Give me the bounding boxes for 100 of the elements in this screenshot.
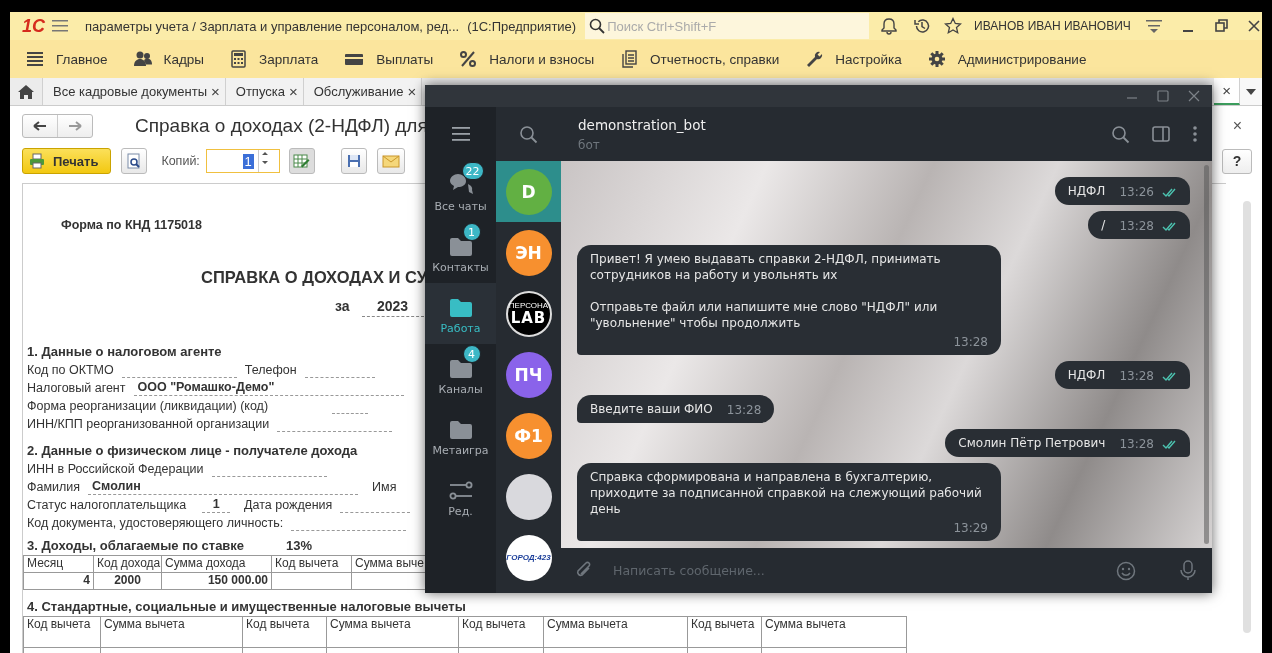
- column-header: Сумма вычета: [761, 616, 907, 648]
- message-text: Привет! Я умею выдавать справки 2-НДФЛ, принимать сотрудников на работу и увольнять их Отправьте файл или напишите мне слово "НДФЛ" или "увольнение" чтобы продолжить: [590, 251, 942, 332]
- field-label: Дата рождения: [244, 497, 333, 513]
- unread-badge: 4: [462, 345, 481, 363]
- menu-icon[interactable]: [51, 17, 69, 35]
- folder-icon: [448, 419, 473, 440]
- close-button[interactable]: ×: [1232, 117, 1242, 135]
- close-icon[interactable]: ×: [288, 83, 298, 100]
- search-field[interactable]: Поиск Ctrl+Shift+F: [585, 13, 870, 39]
- tab[interactable]: Все кадровые документы ×: [43, 78, 226, 105]
- envelope-icon: [381, 153, 400, 169]
- section-tab[interactable]: Зарплата: [228, 46, 321, 72]
- wrench-icon: [805, 50, 824, 68]
- field-label: ИНН в Российской Федерации: [27, 461, 204, 477]
- tab[interactable]: Обслуживание ×: [303, 78, 423, 105]
- folder-label: Работа: [440, 322, 481, 335]
- folder-label: Метаигра: [432, 444, 489, 457]
- field-label: Налоговый агент: [27, 380, 126, 396]
- unread-badge: 22: [461, 162, 484, 180]
- home-icon[interactable]: [18, 83, 34, 100]
- message-text: /: [1101, 217, 1106, 234]
- column-header: Сумма вычета: [326, 616, 459, 648]
- history-icon[interactable]: [912, 17, 931, 35]
- avatar: ПЧ: [505, 351, 552, 398]
- sidebar-icon[interactable]: [1152, 125, 1170, 143]
- preview-button[interactable]: [121, 148, 148, 174]
- maximize-icon[interactable]: [1157, 90, 1169, 102]
- tax-rate: 13%: [286, 537, 313, 554]
- section-tab[interactable]: Кадры: [131, 46, 207, 72]
- field-label: Телефон: [244, 362, 297, 378]
- section-title: 3. Доходы, облагаемые по ставке: [27, 537, 245, 554]
- print-button[interactable]: Печать: [22, 148, 112, 174]
- tab[interactable]: ×: [1214, 78, 1240, 105]
- column-header: Сумма дохода: [161, 555, 272, 573]
- folder-icon: [448, 236, 473, 257]
- folder-label: Каналы: [438, 383, 483, 396]
- copies-field[interactable]: 1: [205, 149, 280, 173]
- column-header: Код вычета: [271, 555, 352, 573]
- column-header: Месяц: [23, 555, 94, 573]
- list-icon: [26, 50, 44, 68]
- message-composer[interactable]: Написать сообщение...: [561, 548, 1212, 593]
- save-button[interactable]: [340, 148, 367, 174]
- search-input[interactable]: Поиск Ctrl+Shift+F: [605, 18, 870, 34]
- chat-item[interactable]: ПЕРСОНА LAB: [496, 283, 561, 344]
- message-time: 13:26: [1119, 184, 1154, 201]
- restore-icon[interactable]: [1213, 18, 1230, 34]
- unread-badge: 1: [462, 223, 481, 241]
- field-label: Статус налогоплательщика: [27, 497, 187, 513]
- folder-tab[interactable]: 4 Каналы: [425, 344, 496, 405]
- close-icon[interactable]: ×: [1222, 82, 1231, 99]
- chat-item[interactable]: ГОРОД:423: [496, 527, 561, 588]
- menu-icon[interactable]: [451, 125, 470, 143]
- column-header: Сумма вычета: [543, 616, 688, 648]
- message-text: Справка сформирована и направлена в бухгалтерию, приходите за подписанной справкой на слежующий рабочий день: [590, 469, 983, 518]
- gear-icon: [927, 50, 946, 68]
- folder-tab[interactable]: Метаигра: [425, 405, 496, 466]
- more-icon[interactable]: [1192, 125, 1198, 143]
- emoji-icon[interactable]: [1116, 560, 1136, 581]
- close-icon[interactable]: ×: [407, 83, 417, 100]
- close-icon[interactable]: ×: [211, 83, 220, 100]
- table-cell: 4: [23, 572, 94, 590]
- message-time: 13:28: [1119, 436, 1154, 453]
- folder-tab[interactable]: 1 Контакты: [425, 222, 496, 283]
- section-tab[interactable]: Отчетность, справки: [618, 46, 782, 72]
- section-tab[interactable]: Выплаты: [342, 46, 436, 72]
- section-tab[interactable]: Администрирование: [925, 46, 1089, 72]
- chat-status: бот: [578, 137, 601, 152]
- section-tab[interactable]: Настройка: [803, 46, 904, 72]
- arrow-right-icon: [67, 119, 83, 133]
- folder-label: Ред.: [448, 505, 473, 518]
- table-pencil-icon: [292, 153, 311, 169]
- search-icon[interactable]: [1111, 124, 1130, 144]
- field-label: Код документа, удостоверяющего личность:: [27, 515, 284, 531]
- folder-tab[interactable]: Ред.: [425, 466, 496, 527]
- section-tab[interactable]: Главное: [24, 46, 110, 72]
- arrow-left-icon: [32, 119, 48, 133]
- table-edit-button[interactable]: [288, 148, 315, 174]
- message-text: Введите ваши ФИО: [590, 401, 713, 418]
- field-label: Код по ОКТМО: [27, 362, 114, 378]
- star-icon[interactable]: [944, 17, 963, 35]
- menu-icon[interactable]: [1145, 17, 1164, 35]
- message-time: 13:28: [1119, 368, 1154, 385]
- folder-tab[interactable]: 22 Все чаты: [425, 161, 496, 222]
- message-input[interactable]: Написать сообщение...: [611, 562, 1099, 579]
- folder-tab[interactable]: Работа: [425, 283, 496, 344]
- column-header: Код вычета: [687, 616, 762, 648]
- help-button[interactable]: ?: [1222, 148, 1252, 174]
- year-label: за: [335, 297, 350, 316]
- bell-icon[interactable]: [880, 17, 899, 35]
- section-tab[interactable]: Налоги и взносы: [457, 46, 597, 72]
- search-icon[interactable]: [519, 124, 538, 144]
- column-header: Код вычета: [458, 616, 544, 648]
- message-time: 13:29: [953, 520, 988, 537]
- folder-icon: [448, 358, 473, 379]
- documents-icon: [620, 50, 639, 68]
- tab[interactable]: Отпуска ×: [225, 78, 304, 105]
- column-header: Код дохода: [93, 555, 162, 573]
- close-icon[interactable]: [1245, 18, 1262, 34]
- chat-item[interactable]: ПЧ: [496, 344, 561, 405]
- microphone-icon[interactable]: [1178, 560, 1198, 581]
